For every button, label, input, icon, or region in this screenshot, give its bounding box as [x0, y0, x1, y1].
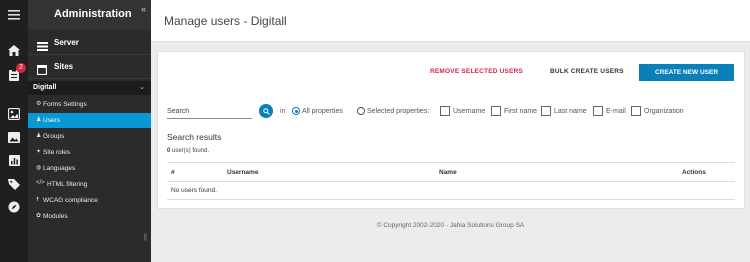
search-in-label: in	[280, 108, 286, 115]
sidebar-item-label: Modules	[43, 213, 68, 220]
property-label-username: Username	[453, 108, 486, 115]
users-found-count: 0 user(s) found.	[167, 148, 209, 154]
users-panel: REMOVE SELECTED USERS BULK CREATE USERS …	[157, 51, 745, 209]
site-selector-digitall[interactable]: Digitall ⌄	[28, 81, 151, 95]
sidebar-section-label: Server	[54, 38, 79, 47]
sidebar-item-languages[interactable]: ◍ Languages	[28, 161, 151, 176]
collapse-sidebar-icon[interactable]: «	[141, 4, 146, 14]
sidebar-item-label: WCAG compliance	[43, 197, 98, 204]
sidebar-item-label: Site roles	[43, 149, 71, 156]
property-label-email: E-mail	[606, 108, 626, 115]
table-divider	[167, 181, 735, 182]
module-icon: ✿	[36, 213, 42, 219]
sidebar-item-forms-settings[interactable]: ⚙ Forms Settings	[28, 97, 151, 112]
all-properties-label: All properties	[302, 108, 343, 115]
roles-icon: ✦	[36, 149, 42, 155]
group-icon: ♟	[36, 133, 42, 139]
hamburger-icon[interactable]	[7, 8, 21, 22]
filter-icon: </>	[36, 180, 45, 186]
sidebar-section-label: Sites	[54, 62, 74, 71]
column-header-index: #	[171, 169, 175, 176]
checkbox-organization[interactable]	[631, 106, 641, 116]
search-icon	[262, 107, 270, 115]
copyright-footer: © Copyright 2002-2020 - Jahia Solutions …	[376, 222, 525, 229]
radio-all-properties[interactable]	[292, 107, 300, 115]
sidebar-header: Administration «	[28, 0, 151, 30]
column-header-actions: Actions	[682, 169, 706, 176]
property-label-organization: Organization	[644, 108, 684, 115]
checkbox-last-name[interactable]	[541, 106, 551, 116]
tag-icon[interactable]	[7, 107, 21, 121]
home-icon[interactable]	[7, 43, 21, 57]
server-icon	[37, 38, 48, 56]
column-header-name[interactable]: Name	[439, 169, 457, 176]
empty-table-message: No users found.	[171, 187, 217, 194]
user-icon: ♟	[36, 117, 42, 123]
result-count-suffix: user(s) found.	[170, 148, 210, 154]
chart-icon[interactable]	[7, 153, 21, 167]
column-header-username[interactable]: Username	[227, 169, 258, 176]
table-divider	[167, 199, 735, 200]
globe-icon: ◍	[36, 165, 42, 171]
compass-icon[interactable]	[7, 200, 21, 214]
create-new-user-button[interactable]: CREATE NEW USER	[639, 64, 734, 81]
site-label: Digitall	[33, 84, 57, 91]
sidebar-item-html-filtering[interactable]: </> HTML filtering	[28, 177, 151, 192]
sidebar-item-label: Languages	[43, 165, 76, 172]
notification-badge: 2	[16, 63, 26, 73]
sidebar-item-groups[interactable]: ♟ Groups	[28, 129, 151, 144]
accessibility-icon: ☨	[36, 197, 40, 203]
sidebar-item-label: Forms Settings	[43, 101, 87, 108]
image-icon[interactable]	[7, 130, 21, 144]
search-results-title: Search results	[167, 132, 222, 142]
sidebar-item-label: HTML filtering	[47, 181, 88, 188]
selected-properties-label: Selected properties:	[367, 108, 430, 115]
sidebar-title: Administration	[54, 8, 132, 20]
resize-handle[interactable]: ||	[143, 234, 147, 241]
sidebar-item-modules[interactable]: ✿ Modules	[28, 209, 151, 224]
label-icon[interactable]	[7, 177, 21, 191]
sidebar-item-label: Users	[43, 117, 60, 124]
bulk-create-users-button[interactable]: BULK CREATE USERS	[550, 68, 624, 75]
page-header: Manage users - Digitall	[151, 0, 750, 42]
gear-icon: ⚙	[36, 101, 42, 107]
search-button[interactable]	[259, 104, 273, 118]
page-title: Manage users - Digitall	[164, 14, 287, 28]
checkbox-email[interactable]	[593, 106, 603, 116]
sidebar-section-sites[interactable]: Sites	[28, 55, 151, 79]
property-label-first-name: First name	[504, 108, 538, 115]
remove-selected-users-button[interactable]: REMOVE SELECTED USERS	[430, 68, 523, 75]
radio-selected-properties[interactable]	[357, 107, 365, 115]
sites-icon	[36, 62, 48, 80]
property-label-last-name: Last name	[554, 108, 587, 115]
chevron-down-icon: ⌄	[139, 84, 145, 91]
checkbox-username[interactable]	[440, 106, 450, 116]
sidebar-item-label: Groups	[43, 133, 65, 140]
sidebar-item-users[interactable]: ♟ Users	[28, 113, 151, 128]
users-table: # Username Name Actions No users found.	[167, 162, 735, 200]
sidebar-section-server[interactable]: Server	[28, 31, 151, 55]
search-input[interactable]	[167, 105, 252, 119]
checkbox-first-name[interactable]	[491, 106, 501, 116]
admin-sidebar: Administration « Server Sites Digitall ⌄…	[28, 0, 151, 262]
icon-rail: 2	[0, 0, 28, 262]
sidebar-item-wcag-compliance[interactable]: ☨ WCAG compliance	[28, 193, 151, 208]
sidebar-item-site-roles[interactable]: ✦ Site roles	[28, 145, 151, 160]
